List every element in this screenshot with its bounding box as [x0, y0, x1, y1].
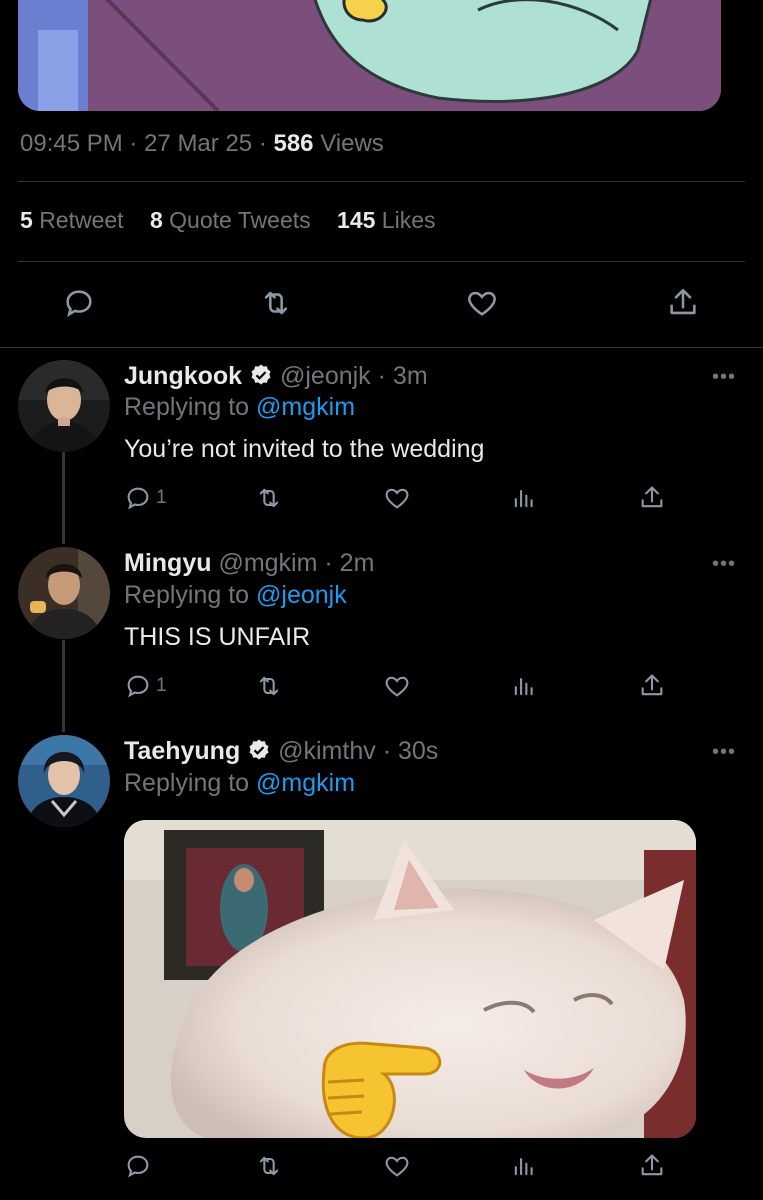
retweet-icon — [258, 286, 294, 320]
analytics-icon — [510, 672, 538, 700]
analytics-button[interactable] — [510, 484, 538, 512]
more-options-icon[interactable]: ••• — [712, 741, 736, 764]
share-icon — [666, 286, 700, 320]
share-button[interactable] — [638, 1152, 666, 1180]
retweet-button[interactable] — [258, 286, 294, 325]
mention-link[interactable]: @mgkim — [256, 769, 355, 797]
reply-text: You’re not invited to the wedding — [124, 435, 485, 463]
display-name[interactable]: Taehyung — [124, 737, 240, 765]
retweet-button[interactable] — [254, 672, 284, 700]
avatar[interactable] — [18, 547, 110, 639]
analytics-icon — [510, 1152, 538, 1180]
share-icon — [638, 672, 666, 700]
reply-header: Mingyu @mgkim · 2m — [124, 549, 374, 578]
thread-connector — [62, 640, 65, 732]
mention-link[interactable]: @mgkim — [256, 393, 355, 421]
tweet-time: 09:45 PM — [20, 130, 123, 157]
reply-action-bar: 1 — [124, 484, 684, 518]
more-options-icon[interactable]: ••• — [712, 553, 736, 576]
analytics-button[interactable] — [510, 1152, 538, 1180]
analytics-button[interactable] — [510, 672, 538, 700]
reply-icon — [124, 484, 152, 512]
share-icon — [638, 484, 666, 512]
views-label: Views — [320, 130, 384, 157]
meta-separator: · — [258, 130, 267, 157]
analytics-icon — [510, 484, 538, 512]
views-count: 586 — [273, 130, 314, 157]
replying-to: Replying to @jeonjk — [124, 581, 347, 609]
reply-icon — [124, 1152, 152, 1180]
heart-icon — [382, 672, 412, 700]
divider — [18, 261, 745, 262]
handle[interactable]: @kimthv — [278, 737, 376, 765]
meta-separator: · — [129, 130, 138, 157]
reply-media-image[interactable] — [124, 820, 696, 1138]
reply-icon — [124, 672, 152, 700]
handle[interactable]: @mgkim — [218, 549, 317, 577]
heart-icon — [382, 484, 412, 512]
thread-connector — [62, 452, 65, 544]
reply-count: 1 — [156, 487, 167, 508]
share-button[interactable] — [638, 484, 666, 512]
replying-to: Replying to @mgkim — [124, 393, 356, 421]
retweet-button[interactable] — [254, 484, 284, 512]
tweet-media-image[interactable] — [18, 0, 721, 111]
like-button[interactable] — [464, 286, 500, 325]
share-button[interactable] — [638, 672, 666, 700]
share-button[interactable] — [666, 286, 700, 325]
replying-to: Replying to @mgkim — [124, 769, 356, 797]
mention-link[interactable]: @jeonjk — [256, 581, 347, 609]
quote-tweets-stat[interactable]: 8 Quote Tweets — [150, 207, 311, 233]
like-button[interactable] — [382, 672, 412, 700]
reply-action-bar — [124, 1152, 684, 1186]
like-button[interactable] — [382, 1152, 412, 1180]
reply-button[interactable] — [62, 286, 96, 325]
avatar[interactable] — [18, 360, 110, 452]
reply-count: 1 — [156, 675, 167, 696]
display-name[interactable]: Jungkook — [124, 362, 242, 390]
reply-header: Taehyung @kimthv · 30s — [124, 737, 438, 766]
reply-button[interactable]: 1 — [124, 484, 167, 512]
reply-text: THIS IS UNFAIR — [124, 623, 311, 651]
retweet-button[interactable] — [254, 1152, 284, 1180]
tweet-meta-line: 09:45 PM · 27 Mar 25 · 586 Views — [20, 130, 384, 158]
reply-action-bar: 1 — [124, 672, 684, 706]
reply-time: · 30s — [382, 737, 439, 765]
tweet-date: 27 Mar 25 — [144, 130, 253, 157]
reply-time: · 2m — [324, 549, 375, 577]
more-options-icon[interactable]: ••• — [712, 366, 736, 389]
divider — [0, 347, 763, 348]
reply-header: Jungkook @jeonjk · 3m — [124, 362, 428, 391]
tweet-stats: 5 Retweet 8 Quote Tweets 145 Likes — [20, 207, 456, 234]
heart-icon — [382, 1152, 412, 1180]
likes-stat[interactable]: 145 Likes — [337, 207, 435, 233]
reply-button[interactable] — [124, 1152, 152, 1180]
divider — [18, 181, 745, 182]
retweets-stat[interactable]: 5 Retweet — [20, 207, 124, 233]
retweet-icon — [254, 672, 284, 700]
heart-icon — [464, 286, 500, 320]
handle[interactable]: @jeonjk — [280, 362, 371, 390]
avatar[interactable] — [18, 735, 110, 827]
like-button[interactable] — [382, 484, 412, 512]
retweet-icon — [254, 484, 284, 512]
reply-button[interactable]: 1 — [124, 672, 167, 700]
display-name[interactable]: Mingyu — [124, 549, 212, 577]
verified-badge-icon — [249, 363, 273, 387]
verified-badge-icon — [247, 738, 271, 762]
retweet-icon — [254, 1152, 284, 1180]
reply-icon — [62, 286, 96, 320]
share-icon — [638, 1152, 666, 1180]
reply-time: · 3m — [377, 362, 428, 390]
